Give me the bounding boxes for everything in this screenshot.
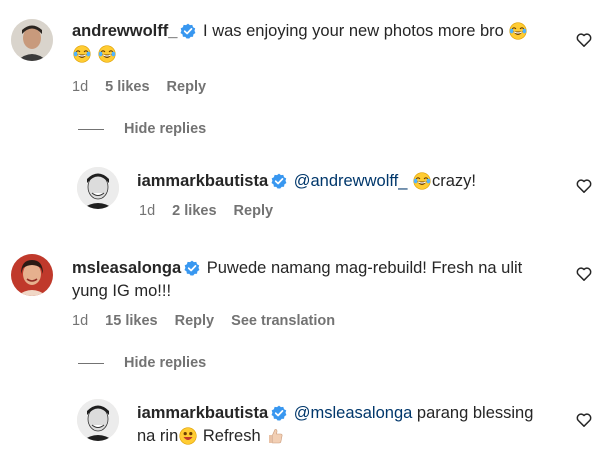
tears-of-joy-emoji [509,22,528,40]
mention-link[interactable]: @andrewwolff_ [294,172,408,190]
timestamp: 1d [72,79,89,95]
grinning-emoji [179,427,198,445]
comment-meta: 1d 5 likes Reply [72,79,219,95]
comment-text: andrewwolff_ I was enjoying your new pho… [72,20,572,66]
heart-icon[interactable] [576,32,592,48]
comment-body: Puwede namang mag-rebuild! Fresh na ulit [206,259,523,277]
reply-button[interactable]: Reply [167,79,207,95]
heart-icon[interactable] [576,412,592,428]
tears-of-joy-emoji [413,172,431,190]
username[interactable]: iammarkbautista [137,404,268,422]
comment-body: na rin [137,427,179,445]
hide-replies-button[interactable]: Hide replies [78,355,206,371]
timestamp: 1d [139,203,156,219]
hide-replies-label: Hide replies [124,355,207,371]
heart-icon[interactable] [576,266,592,282]
comment-text: iammarkbautista @msleasalonga parang ble… [137,402,567,448]
comment-body: crazy! [432,172,477,190]
thumbs-up-emoji [269,429,283,444]
verified-badge-icon [180,23,197,39]
divider [78,362,104,364]
see-translation-button[interactable]: See translation [231,313,335,329]
comment-body: parang blessing [416,404,534,422]
mention-link[interactable]: @msleasalonga [294,404,413,422]
comment-text: iammarkbautista @andrewwolff_ crazy! [137,170,567,193]
avatar[interactable] [11,19,53,61]
verified-badge-icon [184,260,201,276]
avatar[interactable] [77,167,119,209]
likes-count[interactable]: 5 likes [105,79,149,95]
comment-meta: 1d 2 likes Reply [139,203,286,219]
comment-body: Refresh [202,427,261,445]
verified-badge-icon [271,173,288,189]
username[interactable]: andrewwolff_ [72,22,177,40]
tears-of-joy-emoji [97,45,116,63]
comment-text: msleasalonga Puwede namang mag-rebuild! … [72,257,572,303]
divider [78,128,104,130]
verified-badge-icon [271,405,288,421]
username[interactable]: iammarkbautista [137,172,268,190]
tears-of-joy-emoji [73,45,91,63]
likes-count[interactable]: 15 likes [105,313,157,329]
comment-meta: 1d 15 likes Reply See translation [72,313,348,329]
comment-body: yung IG mo!!! [72,282,172,300]
heart-icon[interactable] [576,178,592,194]
likes-count[interactable]: 2 likes [172,203,216,219]
avatar[interactable] [77,399,119,441]
hide-replies-button[interactable]: Hide replies [78,121,206,137]
username[interactable]: msleasalonga [72,259,181,277]
hide-replies-label: Hide replies [124,121,207,137]
reply-button[interactable]: Reply [175,313,215,329]
reply-button[interactable]: Reply [234,203,274,219]
avatar[interactable] [11,254,53,296]
timestamp: 1d [72,313,89,329]
comment-body: I was enjoying your new photos more bro [203,22,504,40]
